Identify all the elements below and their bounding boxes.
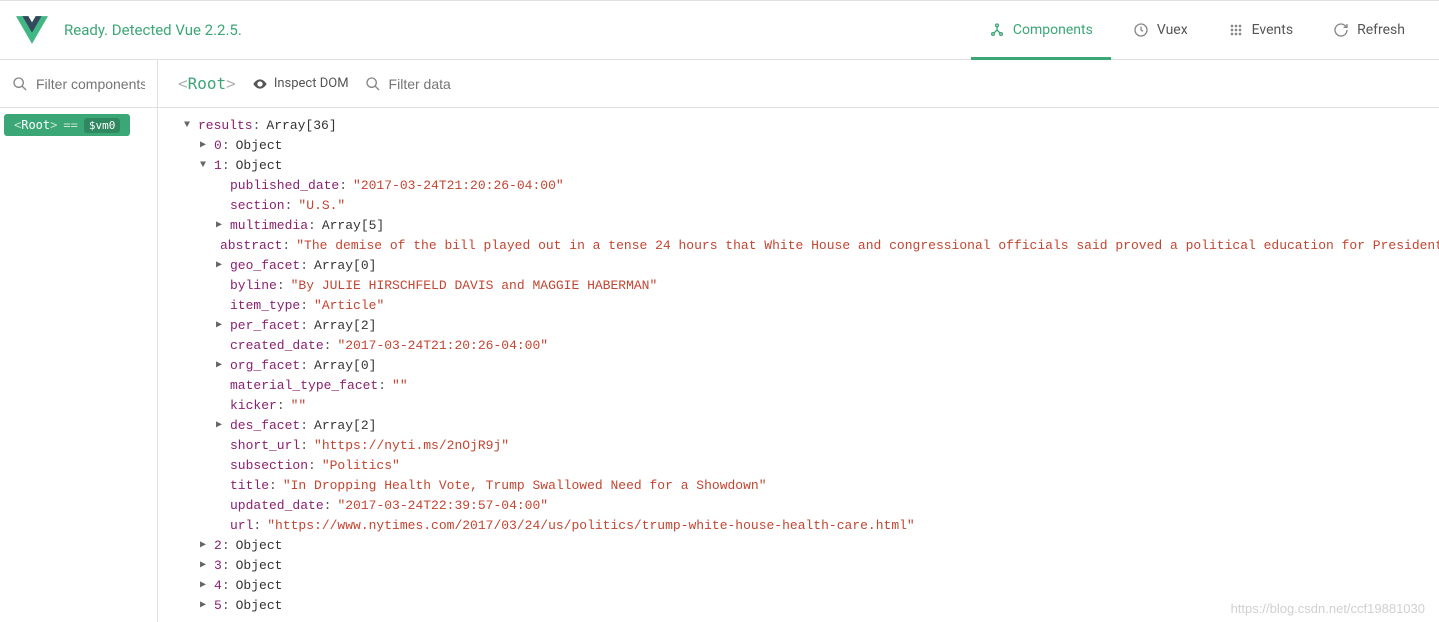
sidebar: <Root> == $vm0 bbox=[0, 60, 158, 622]
arrow-icon[interactable] bbox=[198, 576, 208, 596]
tab-label: Events bbox=[1252, 22, 1293, 38]
main-area: <Root> == $vm0 <Root> Inspect DOM result… bbox=[0, 60, 1439, 622]
data-row[interactable]: des_facet:Array[2] bbox=[158, 416, 1439, 436]
filter-data-bar bbox=[365, 76, 570, 92]
data-row[interactable]: multimedia:Array[5] bbox=[158, 216, 1439, 236]
component-tree-root[interactable]: <Root> == $vm0 bbox=[4, 114, 130, 136]
data-row[interactable]: updated_date:"2017-03-24T22:39:57-04:00" bbox=[158, 496, 1439, 516]
tab-label: Vuex bbox=[1157, 22, 1188, 38]
arrow-icon[interactable] bbox=[198, 136, 208, 156]
data-row[interactable]: section:"U.S." bbox=[158, 196, 1439, 216]
tab-vuex[interactable]: Vuex bbox=[1115, 0, 1206, 60]
angle-open: < bbox=[14, 118, 21, 132]
arrow-icon[interactable] bbox=[214, 216, 224, 236]
arrow-icon[interactable] bbox=[214, 356, 224, 376]
arrow-icon[interactable] bbox=[182, 116, 192, 136]
eq-sign: == bbox=[63, 118, 77, 132]
data-row[interactable]: 1:Object bbox=[158, 156, 1439, 176]
arrow-icon[interactable] bbox=[198, 156, 208, 176]
status-text: Ready. Detected Vue 2.2.5. bbox=[64, 21, 971, 39]
filter-components-input[interactable] bbox=[36, 76, 145, 92]
data-row[interactable]: geo_facet:Array[0] bbox=[158, 256, 1439, 276]
tab-events[interactable]: Events bbox=[1210, 0, 1311, 60]
vm-badge: $vm0 bbox=[84, 118, 121, 133]
content-panel: <Root> Inspect DOM results:Array[36] 0:O… bbox=[158, 60, 1439, 622]
data-row[interactable]: 2:Object bbox=[158, 536, 1439, 556]
filter-components-bar bbox=[0, 60, 157, 108]
data-row[interactable]: item_type:"Article" bbox=[158, 296, 1439, 316]
watermark: https://blog.csdn.net/ccf19881030 bbox=[1231, 601, 1425, 616]
data-row[interactable]: results:Array[36] bbox=[158, 116, 1439, 136]
data-row[interactable]: 0:Object bbox=[158, 136, 1439, 156]
data-row[interactable]: url:"https://www.nytimes.com/2017/03/24/… bbox=[158, 516, 1439, 536]
data-row[interactable]: byline:"By JULIE HIRSCHFELD DAVIS and MA… bbox=[158, 276, 1439, 296]
data-row[interactable]: 3:Object bbox=[158, 556, 1439, 576]
current-component: <Root> bbox=[178, 74, 236, 93]
tab-components[interactable]: Components bbox=[971, 0, 1111, 60]
arrow-icon[interactable] bbox=[198, 556, 208, 576]
inspect-dom-button[interactable]: Inspect DOM bbox=[252, 76, 349, 92]
data-panel: results:Array[36] 0:Object 1:Object publ… bbox=[158, 108, 1439, 622]
arrow-icon[interactable] bbox=[198, 596, 208, 616]
tab-bar: Components Vuex Events Refresh bbox=[971, 0, 1423, 60]
events-icon bbox=[1228, 22, 1244, 38]
filter-data-input[interactable] bbox=[389, 76, 570, 92]
angle-close: > bbox=[50, 118, 57, 132]
components-icon bbox=[989, 22, 1005, 38]
data-row[interactable]: short_url:"https://nyti.ms/2nOjR9j" bbox=[158, 436, 1439, 456]
data-row[interactable]: kicker:"" bbox=[158, 396, 1439, 416]
data-row[interactable]: 4:Object bbox=[158, 576, 1439, 596]
data-row[interactable]: title:"In Dropping Health Vote, Trump Sw… bbox=[158, 476, 1439, 496]
vuex-icon bbox=[1133, 22, 1149, 38]
search-icon bbox=[12, 76, 28, 92]
search-icon bbox=[365, 76, 381, 92]
vue-logo-icon bbox=[16, 14, 48, 46]
inspect-label: Inspect DOM bbox=[274, 76, 349, 91]
tab-refresh[interactable]: Refresh bbox=[1315, 0, 1423, 60]
header-bar: Ready. Detected Vue 2.2.5. Components Vu… bbox=[0, 0, 1439, 60]
data-row[interactable]: org_facet:Array[0] bbox=[158, 356, 1439, 376]
data-row[interactable]: abstract:"The demise of the bill played … bbox=[158, 236, 1439, 256]
arrow-icon[interactable] bbox=[198, 536, 208, 556]
arrow-icon[interactable] bbox=[214, 416, 224, 436]
root-name: Root bbox=[21, 118, 50, 132]
eye-icon bbox=[252, 76, 268, 92]
data-row[interactable]: subsection:"Politics" bbox=[158, 456, 1439, 476]
refresh-icon bbox=[1333, 22, 1349, 38]
data-row[interactable]: per_facet:Array[2] bbox=[158, 316, 1439, 336]
data-row[interactable]: published_date:"2017-03-24T21:20:26-04:0… bbox=[158, 176, 1439, 196]
arrow-icon[interactable] bbox=[214, 316, 224, 336]
tab-label: Components bbox=[1013, 22, 1093, 38]
arrow-icon[interactable] bbox=[214, 256, 224, 276]
data-row[interactable]: material_type_facet:"" bbox=[158, 376, 1439, 396]
data-row[interactable]: created_date:"2017-03-24T21:20:26-04:00" bbox=[158, 336, 1439, 356]
content-toolbar: <Root> Inspect DOM bbox=[158, 60, 1439, 108]
tab-label: Refresh bbox=[1357, 22, 1405, 38]
